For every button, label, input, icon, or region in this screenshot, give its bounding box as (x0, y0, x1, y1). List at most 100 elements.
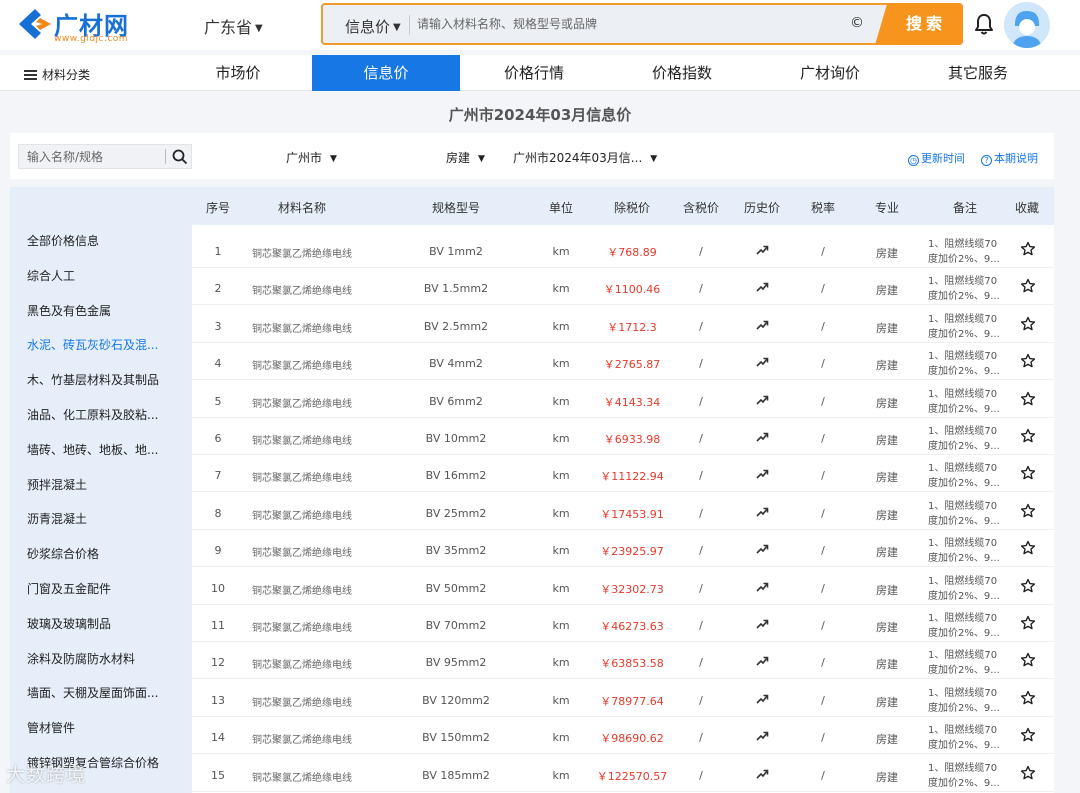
star-outline-icon[interactable] (1020, 428, 1036, 444)
row-material-name[interactable]: 铜芯聚氯乙烯绝缘电线 (242, 395, 362, 410)
sidebar-item[interactable]: 墙砖、地砖、地板、地... (27, 441, 158, 458)
period-dropdown[interactable]: 广州市2024年03月信... ▼ (513, 149, 657, 166)
row-note[interactable]: 1、阻燃线缆70 度加价2%、9... (928, 237, 1000, 267)
sidebar-item[interactable]: 墙面、天棚及屋面饰面... (27, 684, 158, 701)
site-logo[interactable]: 广材网 www.gldjc.com (18, 6, 143, 46)
row-material-name[interactable]: 铜芯聚氯乙烯绝缘电线 (242, 282, 362, 297)
table-row[interactable]: 4 铜芯聚氯乙烯绝缘电线 BV 4mm2 km ￥2765.87 / / 房建 1、阻燃线缆70… (192, 343, 1054, 381)
update-time-link[interactable]: ◷ 更新时间 (908, 150, 965, 166)
sidebar-item[interactable]: 全部价格信息 (27, 232, 99, 249)
keyword-input[interactable] (27, 148, 165, 165)
trend-arrow-icon[interactable] (755, 654, 769, 668)
period-note-link[interactable]: ? 本期说明 (981, 150, 1038, 166)
sidebar-item[interactable]: 油品、化工原料及胶粘... (27, 406, 158, 423)
star-outline-icon[interactable] (1020, 615, 1036, 631)
sidebar-item[interactable]: 沥青混凝土 (27, 510, 87, 527)
table-row[interactable]: 13 铜芯聚氯乙烯绝缘电线 BV 120mm2 km ￥78977.64 / / 房建 1、阻燃… (192, 679, 1054, 717)
table-row[interactable]: 3 铜芯聚氯乙烯绝缘电线 BV 2.5mm2 km ￥1712.3 / / 房建 1、阻燃线缆7… (192, 305, 1054, 343)
row-note[interactable]: 1、阻燃线缆70 度加价2%、9... (928, 499, 1000, 529)
star-outline-icon[interactable] (1020, 652, 1036, 668)
trend-arrow-icon[interactable] (755, 505, 769, 519)
table-row[interactable]: 12 铜芯聚氯乙烯绝缘电线 BV 95mm2 km ￥63853.58 / / 房建 1、阻燃线… (192, 642, 1054, 680)
table-row[interactable]: 15 铜芯聚氯乙烯绝缘电线 BV 185mm2 km ￥122570.57 / / 房建 1、阻… (192, 754, 1054, 792)
major-dropdown[interactable]: 房建 ▼ (446, 149, 485, 166)
row-note[interactable]: 1、阻燃线缆70 度加价2%、9... (928, 349, 1000, 379)
trend-arrow-icon[interactable] (755, 430, 769, 444)
sidebar-item[interactable]: 门窗及五金配件 (27, 580, 111, 597)
trend-arrow-icon[interactable] (755, 729, 769, 743)
trend-arrow-icon[interactable] (755, 692, 769, 706)
nav-item-other-services[interactable]: 其它服务 (904, 55, 1052, 91)
sidebar-item[interactable]: 预拌混凝土 (27, 476, 87, 493)
row-note[interactable]: 1、阻燃线缆70 度加价2%、9... (928, 274, 1000, 304)
search-button[interactable]: 搜索 (875, 3, 963, 45)
sidebar-item[interactable]: 木、竹基层材料及其制品 (27, 371, 159, 388)
nav-item-price-index[interactable]: 价格指数 (608, 55, 756, 91)
table-row[interactable]: 11 铜芯聚氯乙烯绝缘电线 BV 70mm2 km ￥46273.63 / / 房建 1、阻燃线… (192, 605, 1054, 642)
copyright-icon[interactable]: © (850, 15, 864, 31)
star-outline-icon[interactable] (1020, 540, 1036, 556)
row-note[interactable]: 1、阻燃线缆70 度加价2%、9... (928, 424, 1000, 454)
search-icon[interactable] (172, 149, 188, 165)
row-material-name[interactable]: 铜芯聚氯乙烯绝缘电线 (242, 320, 362, 335)
row-note[interactable]: 1、阻燃线缆70 度加价2%、9... (928, 574, 1000, 604)
trend-arrow-icon[interactable] (755, 355, 769, 369)
province-selector[interactable]: 广东省 ▼ (204, 14, 263, 38)
star-outline-icon[interactable] (1020, 765, 1036, 781)
star-outline-icon[interactable] (1020, 278, 1036, 294)
star-outline-icon[interactable] (1020, 316, 1036, 332)
table-row[interactable]: 10 铜芯聚氯乙烯绝缘电线 BV 50mm2 km ￥32302.73 / / 房建 1、阻燃线… (192, 567, 1054, 605)
nav-item-info-price[interactable]: 信息价 (312, 55, 460, 91)
row-note[interactable]: 1、阻燃线缆70 度加价2%、9... (928, 686, 1000, 716)
table-row[interactable]: 6 铜芯聚氯乙烯绝缘电线 BV 10mm2 km ￥6933.98 / / 房建 1、阻燃线缆7… (192, 418, 1054, 455)
sidebar-item[interactable]: 综合人工 (27, 267, 75, 284)
row-note[interactable]: 1、阻燃线缆70 度加价2%、9... (928, 536, 1000, 566)
sidebar-item[interactable]: 砂浆综合价格 (27, 545, 99, 562)
trend-arrow-icon[interactable] (755, 617, 769, 631)
star-outline-icon[interactable] (1020, 503, 1036, 519)
row-note[interactable]: 1、阻燃线缆70 度加价2%、9... (928, 387, 1000, 417)
search-type-dropdown[interactable]: 信息价 ▼ (345, 16, 401, 37)
trend-arrow-icon[interactable] (755, 243, 769, 257)
sidebar-item[interactable]: 黑色及有色金属 (27, 302, 111, 319)
row-material-name[interactable]: 铜芯聚氯乙烯绝缘电线 (242, 731, 362, 746)
search-input[interactable] (417, 13, 837, 35)
sidebar-item[interactable]: 玻璃及玻璃制品 (27, 615, 111, 632)
row-note[interactable]: 1、阻燃线缆70 度加价2%、9... (928, 761, 1000, 791)
nav-item-inquiry[interactable]: 广材询价 (756, 55, 904, 91)
star-outline-icon[interactable] (1020, 465, 1036, 481)
row-material-name[interactable]: 铜芯聚氯乙烯绝缘电线 (242, 507, 362, 522)
row-note[interactable]: 1、阻燃线缆70 度加价2%、9... (928, 611, 1000, 641)
sidebar-item[interactable]: 涂料及防腐防水材料 (27, 650, 135, 667)
row-material-name[interactable]: 铜芯聚氯乙烯绝缘电线 (242, 469, 362, 484)
sidebar-item[interactable]: 水泥、砖瓦灰砂石及混... (27, 336, 158, 353)
star-outline-icon[interactable] (1020, 578, 1036, 594)
sidebar-item[interactable]: 管材管件 (27, 719, 75, 736)
row-note[interactable]: 1、阻燃线缆70 度加价2%、9... (928, 648, 1000, 678)
row-material-name[interactable]: 铜芯聚氯乙烯绝缘电线 (242, 357, 362, 372)
row-note[interactable]: 1、阻燃线缆70 度加价2%、9... (928, 723, 1000, 753)
city-dropdown[interactable]: 广州市 ▼ (286, 149, 337, 166)
row-material-name[interactable]: 铜芯聚氯乙烯绝缘电线 (242, 432, 362, 447)
row-material-name[interactable]: 铜芯聚氯乙烯绝缘电线 (242, 656, 362, 671)
trend-arrow-icon[interactable] (755, 280, 769, 294)
row-material-name[interactable]: 铜芯聚氯乙烯绝缘电线 (242, 619, 362, 634)
nav-item-market-price[interactable]: 市场价 (167, 55, 309, 91)
nav-item-price-trend[interactable]: 价格行情 (460, 55, 608, 91)
trend-arrow-icon[interactable] (755, 318, 769, 332)
table-row[interactable]: 9 铜芯聚氯乙烯绝缘电线 BV 35mm2 km ￥23925.97 / / 房建 1、阻燃线缆… (192, 530, 1054, 568)
row-material-name[interactable]: 铜芯聚氯乙烯绝缘电线 (242, 769, 362, 784)
trend-arrow-icon[interactable] (755, 542, 769, 556)
table-row[interactable]: 8 铜芯聚氯乙烯绝缘电线 BV 25mm2 km ￥17453.91 / / 房建 1、阻燃线缆… (192, 492, 1054, 530)
trend-arrow-icon[interactable] (755, 393, 769, 407)
table-row[interactable]: 5 铜芯聚氯乙烯绝缘电线 BV 6mm2 km ￥4143.34 / / 房建 1、阻燃线缆70… (192, 380, 1054, 418)
star-outline-icon[interactable] (1020, 727, 1036, 743)
row-material-name[interactable]: 铜芯聚氯乙烯绝缘电线 (242, 544, 362, 559)
trend-arrow-icon[interactable] (755, 467, 769, 481)
table-row[interactable]: 1 铜芯聚氯乙烯绝缘电线 BV 1mm2 km ￥768.89 / / 房建 1、阻燃线缆70 度… (192, 231, 1054, 268)
table-row[interactable]: 2 铜芯聚氯乙烯绝缘电线 BV 1.5mm2 km ￥1100.46 / / 房建 1、阻燃线缆… (192, 268, 1054, 306)
row-material-name[interactable]: 铜芯聚氯乙烯绝缘电线 (242, 245, 362, 260)
trend-arrow-icon[interactable] (755, 580, 769, 594)
star-outline-icon[interactable] (1020, 353, 1036, 369)
table-row[interactable]: 14 铜芯聚氯乙烯绝缘电线 BV 150mm2 km ￥98690.62 / / 房建 1、阻燃… (192, 717, 1054, 755)
